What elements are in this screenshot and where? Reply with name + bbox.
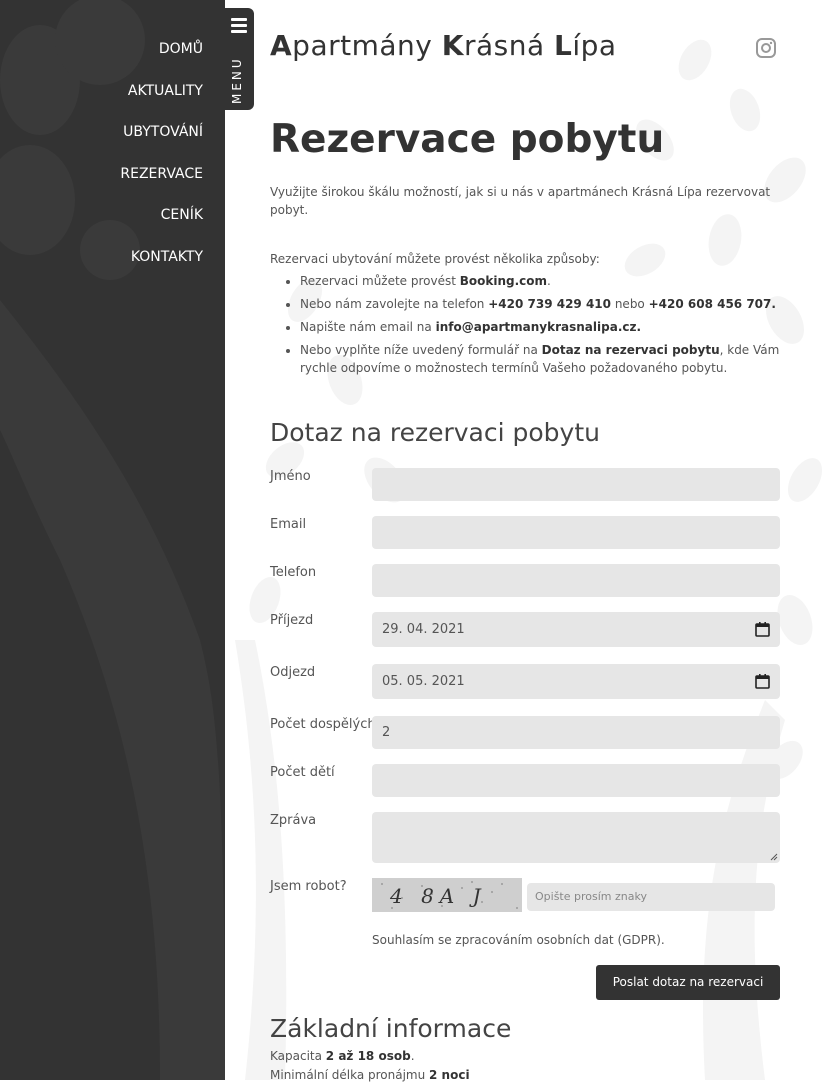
info-title: Základní informace <box>270 1014 512 1043</box>
site-title-initial: A <box>270 29 293 62</box>
main-nav: DOMŮ AKTUALITY UBYTOVÁNÍ REZERVACE CENÍK… <box>120 38 203 287</box>
phone-link-1[interactable]: +420 739 429 410 <box>488 297 611 311</box>
list-item: Rezervaci můžete provést Booking.com. <box>300 272 812 290</box>
departure-date-input[interactable]: 05. 05. 2021 <box>372 664 780 699</box>
list-item: Nebo vyplňte níže uvedený formulář na Do… <box>300 341 812 377</box>
site-title-text: partmány <box>292 29 442 62</box>
departure-date-value: 05. 05. 2021 <box>382 674 465 689</box>
site-title-initial: K <box>441 29 464 62</box>
name-label: Jméno <box>270 469 311 484</box>
list-item: Napište nám email na info@apartmanykrasn… <box>300 318 812 336</box>
captcha-text: 4 8A J <box>389 884 487 908</box>
children-label: Počet dětí <box>270 765 335 780</box>
adults-input[interactable]: 2 <box>372 716 780 749</box>
message-label: Zpráva <box>270 813 317 828</box>
arrival-date-input[interactable]: 29. 04. 2021 <box>372 612 780 647</box>
capacity-text: Kapacita 2 až 18 osob. <box>270 1049 415 1063</box>
site-title[interactable]: Apartmány Krásná Lípa <box>270 29 617 62</box>
adults-label: Počet dospělých <box>270 717 376 732</box>
departure-label: Odjezd <box>270 665 316 680</box>
email-input[interactable] <box>372 516 780 549</box>
nav-item-aktuality[interactable]: AKTUALITY <box>120 80 203 122</box>
site-title-initial: L <box>554 29 573 62</box>
nav-item-ubytovani[interactable]: UBYTOVÁNÍ <box>120 121 203 163</box>
reservation-ways-list: Rezervaci můžete provést Booking.com. Ne… <box>270 272 812 382</box>
booking-link[interactable]: Booking.com <box>460 274 547 288</box>
calendar-icon[interactable] <box>755 674 770 689</box>
hamburger-icon <box>231 18 247 36</box>
robot-label: Jsem robot? <box>270 879 347 894</box>
phone-link-2[interactable]: +420 608 456 707. <box>649 297 776 311</box>
arrival-label: Příjezd <box>270 613 314 628</box>
form-anchor-text: Dotaz na rezervaci pobytu <box>541 343 720 357</box>
children-input[interactable] <box>372 764 780 797</box>
sidebar: DOMŮ AKTUALITY UBYTOVÁNÍ REZERVACE CENÍK… <box>0 0 225 1080</box>
email-label: Email <box>270 517 307 532</box>
captcha-image: 4 8A J <box>372 878 522 912</box>
gdpr-consent[interactable]: Souhlasím se zpracováním osobních dat (G… <box>372 933 665 947</box>
calendar-icon[interactable] <box>755 622 770 637</box>
site-title-text: ípa <box>572 29 617 62</box>
nav-item-kontakty[interactable]: KONTAKTY <box>120 246 203 288</box>
list-item: Nebo nám zavolejte na telefon +420 739 4… <box>300 295 812 313</box>
submit-button[interactable]: Poslat dotaz na rezervaci <box>596 965 780 1000</box>
resize-grip-icon[interactable] <box>770 853 778 861</box>
name-input[interactable] <box>372 468 780 501</box>
menu-label: MENU <box>230 56 244 104</box>
site-title-text: rásná <box>463 29 555 62</box>
intro-text: Využijte širokou škálu možností, jak si … <box>270 185 771 217</box>
phone-label: Telefon <box>270 565 317 580</box>
reservation-ways-lead: Rezervaci ubytování můžete provést někol… <box>270 252 600 266</box>
arrival-date-value: 29. 04. 2021 <box>382 622 465 637</box>
page-title: Rezervace pobytu <box>270 117 665 162</box>
instagram-icon[interactable] <box>756 38 776 58</box>
nav-item-domu[interactable]: DOMŮ <box>120 38 203 80</box>
phone-input[interactable] <box>372 564 780 597</box>
nav-item-rezervace[interactable]: REZERVACE <box>120 163 203 205</box>
menu-toggle-button[interactable]: MENU <box>225 8 254 110</box>
form-title: Dotaz na rezervaci pobytu <box>270 418 600 447</box>
message-textarea[interactable] <box>372 812 780 863</box>
nav-item-cenik[interactable]: CENÍK <box>120 204 203 246</box>
captcha-input[interactable]: Opište prosím znaky <box>527 883 775 911</box>
email-link[interactable]: info@apartmanykrasnalipa.cz. <box>436 320 641 334</box>
